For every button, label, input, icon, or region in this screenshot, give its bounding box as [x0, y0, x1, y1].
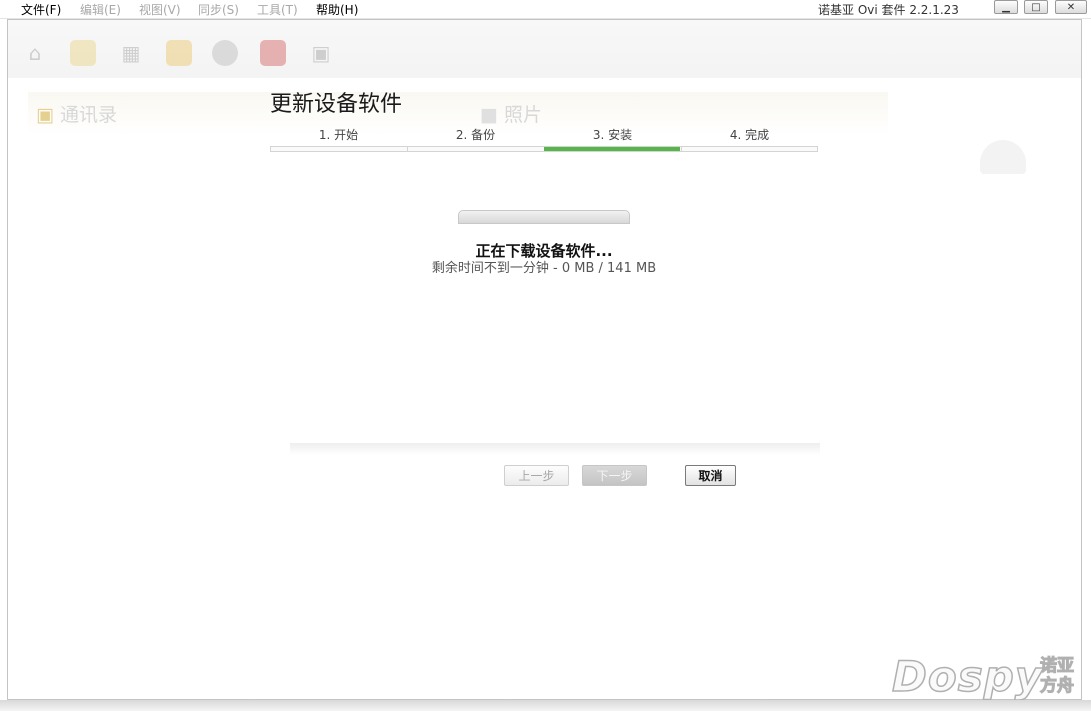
active-step-indicator	[544, 147, 680, 151]
app-title: 诺基亚 Ovi 套件 2.2.1.23	[818, 3, 959, 17]
status-detail: 剩余时间不到一分钟 - 0 MB / 141 MB	[431, 261, 657, 276]
menu-sync[interactable]: 同步(S)	[198, 1, 239, 18]
photos-icon	[166, 40, 192, 66]
calendar-icon	[260, 40, 286, 66]
watermark-cjk: 诺亚 方舟	[1040, 656, 1075, 697]
maximize-icon: □	[1031, 2, 1041, 13]
next-button[interactable]: 下一步	[582, 465, 647, 486]
cancel-button[interactable]: 取消	[685, 465, 736, 486]
menu-edit[interactable]: 编辑(E)	[80, 1, 121, 18]
step-install: 3. 安装	[592, 128, 633, 142]
watermark-latin: Dospy	[891, 651, 1044, 702]
music-icon	[212, 40, 238, 66]
menu-tools[interactable]: 工具(T)	[257, 1, 298, 18]
step-backup: 2. 备份	[455, 128, 496, 142]
window-bottom-edge	[0, 700, 1091, 711]
messages-icon: ▦	[121, 41, 141, 65]
step-progress-track	[270, 146, 818, 152]
dialog-separator	[290, 443, 820, 455]
minimize-icon: ▁	[1002, 2, 1010, 13]
previous-button[interactable]: 上一步	[504, 465, 569, 486]
menu-bar: 文件(F) 编辑(E) 视图(V) 同步(S) 工具(T) 帮助(H) 诺基亚 …	[0, 0, 1091, 19]
step-start: 1. 开始	[318, 128, 359, 142]
close-button[interactable]: ✕	[1055, 0, 1087, 14]
watermark-logo: Dospy 诺亚 方舟	[891, 651, 1082, 704]
background-tab-photos: ■ 照片	[480, 104, 543, 126]
photos-tab-icon: ■	[480, 104, 498, 126]
background-tab-contacts: ▣ 通讯录	[36, 104, 118, 126]
apps-icon: ▣	[311, 41, 331, 65]
close-icon: ✕	[1066, 2, 1076, 13]
contacts-icon	[70, 40, 96, 66]
minimize-button[interactable]: ▁	[994, 0, 1018, 14]
step-finish: 4. 完成	[729, 128, 770, 142]
maximize-button[interactable]: □	[1024, 0, 1048, 14]
menu-file[interactable]: 文件(F)	[21, 1, 61, 18]
menu-view[interactable]: 视图(V)	[139, 1, 181, 18]
home-icon: ⌂	[28, 41, 42, 65]
contacts-tab-icon: ▣	[36, 104, 54, 126]
download-progress-bar	[458, 210, 630, 224]
menu-help[interactable]: 帮助(H)	[316, 1, 358, 18]
dialog-title: 更新设备软件	[270, 92, 403, 117]
